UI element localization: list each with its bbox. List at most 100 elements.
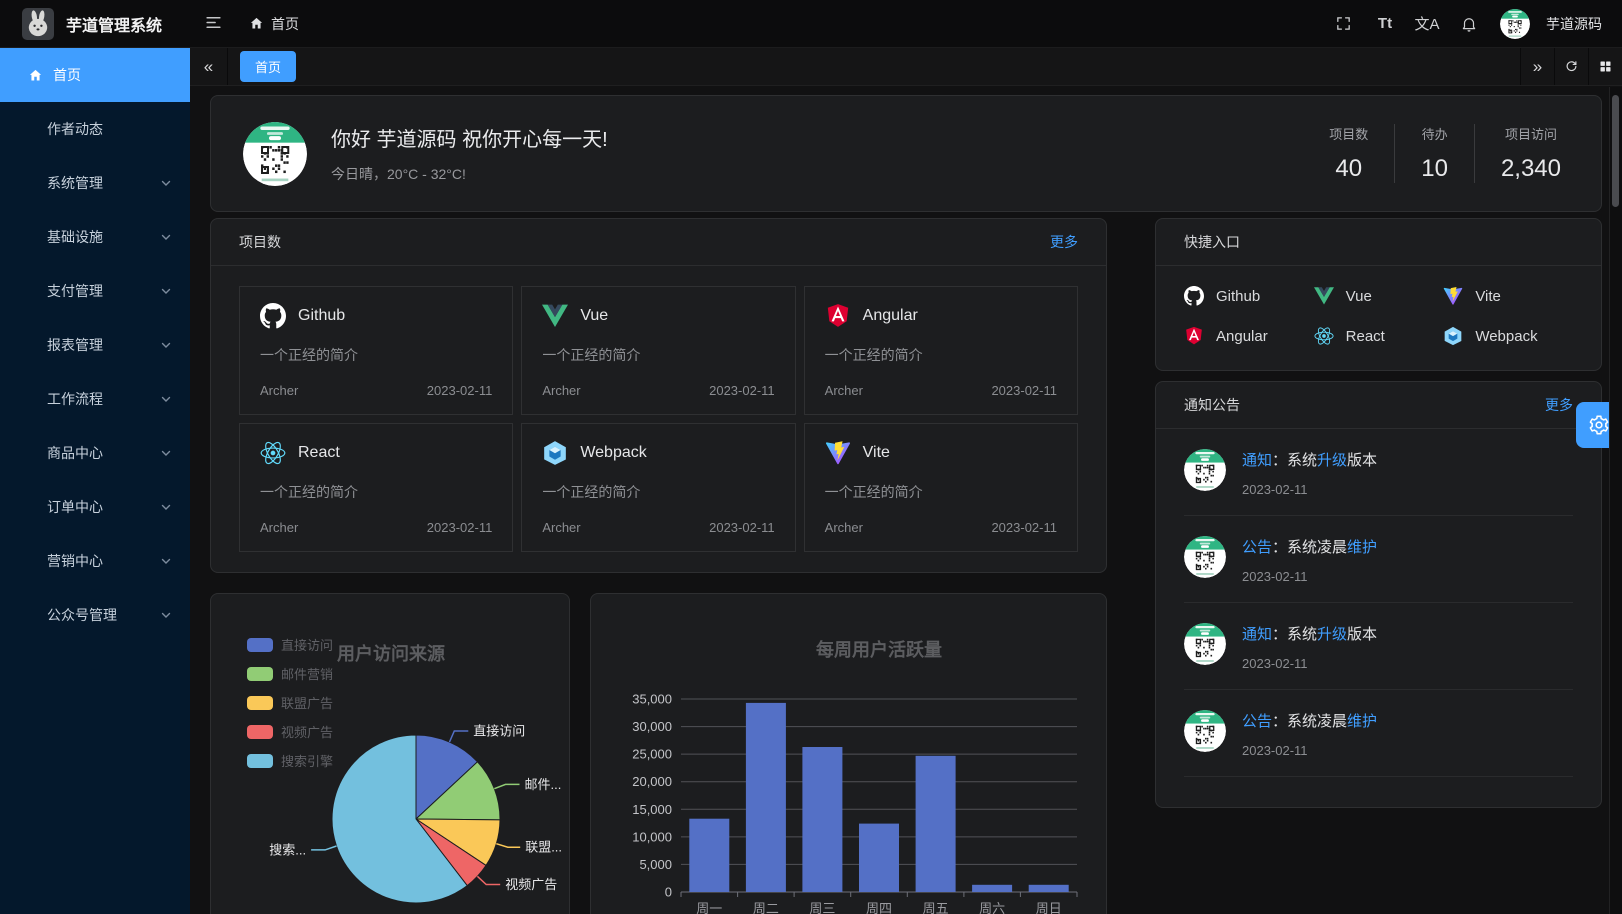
welcome-weather: 今日晴，20°C - 32°C! <box>331 164 1279 184</box>
shortcuts-panel-header: 快捷入口 <box>1156 219 1601 266</box>
bar-chart: 每周用户活跃量 05,00010,00015,00020,00025,00030… <box>591 594 1106 914</box>
refresh-icon[interactable] <box>1554 48 1588 85</box>
project-card-Github[interactable]: Github 一个正经的简介 Archer 2023-02-11 <box>239 286 513 415</box>
project-date: 2023-02-11 <box>709 383 775 398</box>
username[interactable]: 芋道源码 <box>1546 14 1602 34</box>
stat-value: 2,340 <box>1501 155 1561 183</box>
bell-icon[interactable] <box>1452 7 1486 41</box>
react-icon <box>260 440 286 466</box>
user-avatar[interactable] <box>1500 9 1530 39</box>
sidebar-item-基础设施[interactable]: 基础设施 <box>0 210 190 264</box>
left-column: 项目数 更多 Github 一个正经的简介 Archer 2023-02-11 … <box>210 218 1107 914</box>
project-card-React[interactable]: React 一个正经的简介 Archer 2023-02-11 <box>239 423 513 552</box>
svg-text:周一: 周一 <box>696 901 722 914</box>
vite-icon <box>1443 286 1463 306</box>
scrollbar-thumb[interactable] <box>1612 95 1619 207</box>
svg-text:10,000: 10,000 <box>632 829 672 844</box>
sidebar-item-商品中心[interactable]: 商品中心 <box>0 426 190 480</box>
main-content: 你好 芋道源码 祝你开心每一天! 今日晴，20°C - 32°C! 项目数 40… <box>190 86 1622 914</box>
notice-item[interactable]: 公告：系统凌晨维护 2023-02-11 <box>1184 690 1573 777</box>
project-card-Webpack[interactable]: Webpack 一个正经的简介 Archer 2023-02-11 <box>521 423 795 552</box>
notice-date: 2023-02-11 <box>1242 656 1377 671</box>
github-icon <box>260 303 286 329</box>
breadcrumb[interactable]: 首页 <box>249 14 299 34</box>
shortcut-Github[interactable]: Github <box>1184 286 1314 306</box>
projects-more-link[interactable]: 更多 <box>1050 232 1078 252</box>
notice-title-segment: 公告 <box>1242 539 1272 556</box>
font-size-icon[interactable]: Tt <box>1368 7 1402 41</box>
home-icon <box>28 68 43 83</box>
shortcut-Vite[interactable]: Vite <box>1443 286 1573 306</box>
sidebar-item-系统管理[interactable]: 系统管理 <box>0 156 190 210</box>
tab-home[interactable]: 首页 <box>240 51 296 82</box>
locale-icon[interactable]: 文A <box>1410 7 1444 41</box>
welcome-text: 你好 芋道源码 祝你开心每一天! 今日晴，20°C - 32°C! <box>331 123 1279 184</box>
project-desc: 一个正经的简介 <box>825 345 1057 365</box>
projects-panel-header: 项目数 更多 <box>211 219 1106 266</box>
pie-chart-panel: 用户访问来源 直接访问 邮件营销 联盟广告 视频广告 搜索引擎直接访问邮件...… <box>210 593 570 914</box>
sidebar-item-label: 营销中心 <box>47 551 103 571</box>
sidebar-item-label: 作者动态 <box>47 119 103 139</box>
sidebar-item-公众号管理[interactable]: 公众号管理 <box>0 588 190 642</box>
notices-panel-header: 通知公告 更多 <box>1156 382 1601 429</box>
react-icon <box>1314 326 1334 346</box>
notice-item[interactable]: 通知：系统升级版本 2023-02-11 <box>1184 429 1573 516</box>
sidebar-item-报表管理[interactable]: 报表管理 <box>0 318 190 372</box>
sidebar-item-label: 商品中心 <box>47 443 103 463</box>
menu-fold-icon[interactable] <box>194 7 233 41</box>
project-date: 2023-02-11 <box>991 383 1057 398</box>
right-column: 快捷入口 Github Vue Vite Angular React Webpa… <box>1155 218 1602 914</box>
fullscreen-icon[interactable] <box>1326 7 1360 41</box>
sidebar-item-label: 订单中心 <box>47 497 103 517</box>
project-card-Angular[interactable]: Angular 一个正经的简介 Archer 2023-02-11 <box>804 286 1078 415</box>
shortcut-Vue[interactable]: Vue <box>1314 286 1444 306</box>
project-date: 2023-02-11 <box>427 383 493 398</box>
chevron-down-icon <box>160 501 172 513</box>
sidebar-item-作者动态[interactable]: 作者动态 <box>0 102 190 156</box>
svg-text:周五: 周五 <box>923 901 949 914</box>
collapse-sidebar-icon[interactable]: « <box>190 48 228 85</box>
notices-more-link[interactable]: 更多 <box>1545 395 1573 415</box>
project-author: Archer <box>260 383 298 398</box>
notice-avatar <box>1184 623 1226 665</box>
shortcut-Webpack[interactable]: Webpack <box>1443 326 1573 346</box>
sidebar-item-工作流程[interactable]: 工作流程 <box>0 372 190 426</box>
notice-title-segment: 公告 <box>1242 713 1272 730</box>
notice-title-segment: 维护 <box>1347 713 1377 730</box>
svg-text:周四: 周四 <box>866 901 892 914</box>
svg-text:搜索引擎: 搜索引擎 <box>281 754 333 769</box>
shortcuts-title: 快捷入口 <box>1184 232 1240 252</box>
sidebar-item-首页[interactable]: 首页 <box>0 48 190 102</box>
notices-title: 通知公告 <box>1184 395 1240 415</box>
svg-text:周三: 周三 <box>809 901 835 914</box>
tab-menu-grid-icon[interactable] <box>1588 48 1622 85</box>
sidebar-item-订单中心[interactable]: 订单中心 <box>0 480 190 534</box>
shortcut-label: Github <box>1216 288 1260 305</box>
project-name: Webpack <box>580 444 646 462</box>
project-card-Vite[interactable]: Vite 一个正经的简介 Archer 2023-02-11 <box>804 423 1078 552</box>
sidebar-item-营销中心[interactable]: 营销中心 <box>0 534 190 588</box>
angular-icon <box>825 303 851 329</box>
notice-item[interactable]: 通知：系统升级版本 2023-02-11 <box>1184 603 1573 690</box>
notices-panel: 通知公告 更多 通知：系统升级版本 2023-02-11 公告：系统凌晨维护 2… <box>1155 381 1602 808</box>
shortcut-Angular[interactable]: Angular <box>1184 326 1314 346</box>
layout: 首页作者动态系统管理基础设施支付管理报表管理工作流程商品中心订单中心营销中心公众… <box>0 48 1622 914</box>
stat-value: 10 <box>1421 155 1448 183</box>
shortcut-React[interactable]: React <box>1314 326 1444 346</box>
sidebar-item-支付管理[interactable]: 支付管理 <box>0 264 190 318</box>
stat-label: 待办 <box>1421 124 1448 143</box>
stat-待办: 待办 10 <box>1394 124 1474 183</box>
header-actions: Tt 文A 芋道源码 <box>1326 7 1622 41</box>
chevron-down-icon <box>160 285 172 297</box>
project-card-Vue[interactable]: Vue 一个正经的简介 Archer 2023-02-11 <box>521 286 795 415</box>
notice-item[interactable]: 公告：系统凌晨维护 2023-02-11 <box>1184 516 1573 603</box>
project-date: 2023-02-11 <box>991 520 1057 535</box>
sidebar-item-label: 工作流程 <box>47 389 103 409</box>
projects-panel: 项目数 更多 Github 一个正经的简介 Archer 2023-02-11 … <box>210 218 1107 573</box>
pie-chart: 用户访问来源 直接访问 邮件营销 联盟广告 视频广告 搜索引擎直接访问邮件...… <box>211 594 569 914</box>
project-name: Vite <box>863 444 890 462</box>
next-tabs-icon[interactable]: » <box>1520 48 1554 85</box>
svg-text:周二: 周二 <box>753 901 779 914</box>
project-name: Vue <box>580 307 608 325</box>
notice-title-segment: 通知 <box>1242 452 1272 469</box>
